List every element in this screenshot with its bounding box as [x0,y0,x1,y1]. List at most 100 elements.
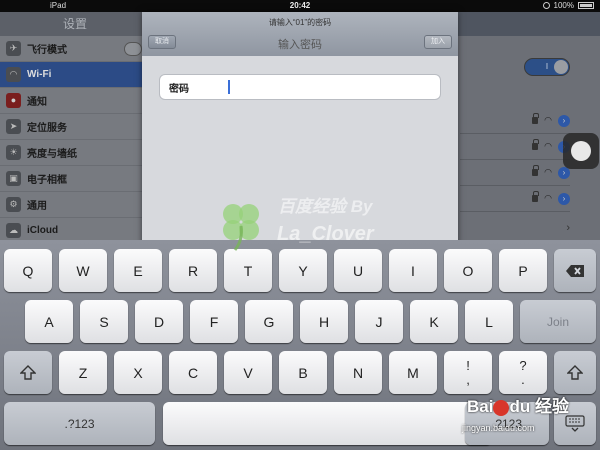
chevron-right-icon[interactable]: › [566,222,570,234]
key-d[interactable]: D [135,300,183,343]
lock-icon [532,139,540,150]
dialog-header: 请输入“01”的密码 取消 输入密码 加入 [142,12,458,56]
key-exclamation-comma[interactable]: ! , [444,351,492,394]
orientation-lock-icon [542,2,550,9]
key-g[interactable]: G [245,300,293,343]
watermark-by: By [350,197,373,216]
backspace-icon [566,264,584,277]
sidebar-item-wifi[interactable]: ◠ Wi-Fi [0,62,150,88]
key-i[interactable]: I [389,249,437,292]
wifi-signal-icon: ◠ [544,193,552,203]
key-top-char: ! [466,357,470,373]
on-screen-keyboard: Q W E R T Y U I O P A S D F G H J K L Jo… [0,240,600,450]
settings-sidebar: 设置 ✈ 飞行模式 ◠ Wi-Fi ● 通知 ➤ 定位服务 ☀ 亮度与墙纸 ▣ … [0,12,150,247]
shift-key-right[interactable] [554,351,596,394]
baidu-logo: Bai du 经验 [467,392,569,417]
key-t[interactable]: T [224,249,272,292]
key-h[interactable]: H [300,300,348,343]
key-b[interactable]: B [279,351,327,394]
network-row[interactable]: ◠ › [460,186,570,212]
sidebar-item-brightness[interactable]: ☀ 亮度与墙纸 [0,140,150,166]
status-bar: iPad 20:42 100% [0,0,600,12]
sidebar-item-airplane-mode[interactable]: ✈ 飞行模式 [0,36,150,62]
info-icon[interactable]: › [558,192,570,205]
airplane-toggle[interactable] [124,42,142,56]
sidebar-item-label: 亮度与墙纸 [27,149,77,160]
key-p[interactable]: P [499,249,547,292]
key-u[interactable]: U [334,249,382,292]
wifi-signal-icon: ◠ [544,141,552,151]
key-v[interactable]: V [224,351,272,394]
key-x[interactable]: X [114,351,162,394]
lock-icon [532,191,540,202]
cloud-icon: ☁ [6,223,21,238]
key-k[interactable]: K [410,300,458,343]
network-row[interactable]: ◠ › [460,108,570,134]
sidebar-item-label: 通知 [27,97,47,108]
key-w[interactable]: W [59,249,107,292]
shift-key-left[interactable] [4,351,52,394]
sidebar-item-label: iCloud [27,225,59,236]
key-e[interactable]: E [114,249,162,292]
baidu-url: jingyan.baidu.com [462,423,535,433]
wifi-toggle[interactable]: I [524,58,570,76]
sidebar-title: 设置 [0,12,150,36]
shift-icon [20,365,36,380]
space-key[interactable] [163,402,492,445]
key-n[interactable]: N [334,351,382,394]
wifi-icon: ◠ [6,67,21,82]
hide-keyboard-icon [565,414,585,432]
picture-frame-icon: ▣ [6,171,21,186]
lock-icon [532,113,540,124]
lock-icon [532,165,540,176]
key-top-char: ? [519,357,527,373]
gear-icon: ⚙ [6,197,21,212]
sidebar-item-location[interactable]: ➤ 定位服务 [0,114,150,140]
baidu-text2: du [509,397,531,416]
network-row[interactable]: ◠ › [460,134,570,160]
battery-icon [578,2,594,9]
baidu-text: Bai [467,397,494,416]
baidu-jingyan: 经验 [534,397,569,416]
sidebar-item-label: 通用 [27,201,47,212]
sidebar-item-general[interactable]: ⚙ 通用 [0,192,150,218]
numbers-key-left[interactable]: .?123 [4,402,155,445]
watermark-line2: La_Clover [277,223,374,245]
key-bottom-char: , [466,371,470,387]
sidebar-item-picture-frame[interactable]: ▣ 电子相框 [0,166,150,192]
key-l[interactable]: L [465,300,513,343]
key-question-period[interactable]: ? . [499,351,547,394]
assistive-touch-button[interactable] [563,133,599,169]
key-y[interactable]: Y [279,249,327,292]
dialog-title: 输入密码 [278,39,322,51]
key-f[interactable]: F [190,300,238,343]
info-icon[interactable]: › [558,114,570,127]
password-label: 密码 [169,83,189,95]
dialog-prompt: 请输入“01”的密码 [268,18,332,27]
join-key[interactable]: Join [520,300,596,343]
password-field[interactable]: 密码 [159,74,441,100]
key-s[interactable]: S [80,300,128,343]
watermark-text: 百度经验 [278,197,346,216]
key-o[interactable]: O [444,249,492,292]
location-icon: ➤ [6,119,21,134]
sidebar-item-label: 电子相框 [27,175,67,186]
sidebar-item-notifications[interactable]: ● 通知 [0,88,150,114]
key-z[interactable]: Z [59,351,107,394]
join-button[interactable]: 加入 [424,35,452,49]
key-m[interactable]: M [389,351,437,394]
status-right: 100% [542,1,594,10]
key-r[interactable]: R [169,249,217,292]
wifi-signal-icon: ◠ [544,167,552,177]
key-q[interactable]: Q [4,249,52,292]
wifi-signal-icon: ◠ [544,115,552,125]
baidu-paw-icon [493,399,510,416]
notifications-icon: ● [6,93,21,108]
backspace-key[interactable] [554,249,596,292]
brightness-icon: ☀ [6,145,21,160]
key-a[interactable]: A [25,300,73,343]
watermark-line1: 百度经验 By [278,192,372,217]
key-j[interactable]: J [355,300,403,343]
network-row[interactable]: ◠ › [460,160,570,186]
key-c[interactable]: C [169,351,217,394]
